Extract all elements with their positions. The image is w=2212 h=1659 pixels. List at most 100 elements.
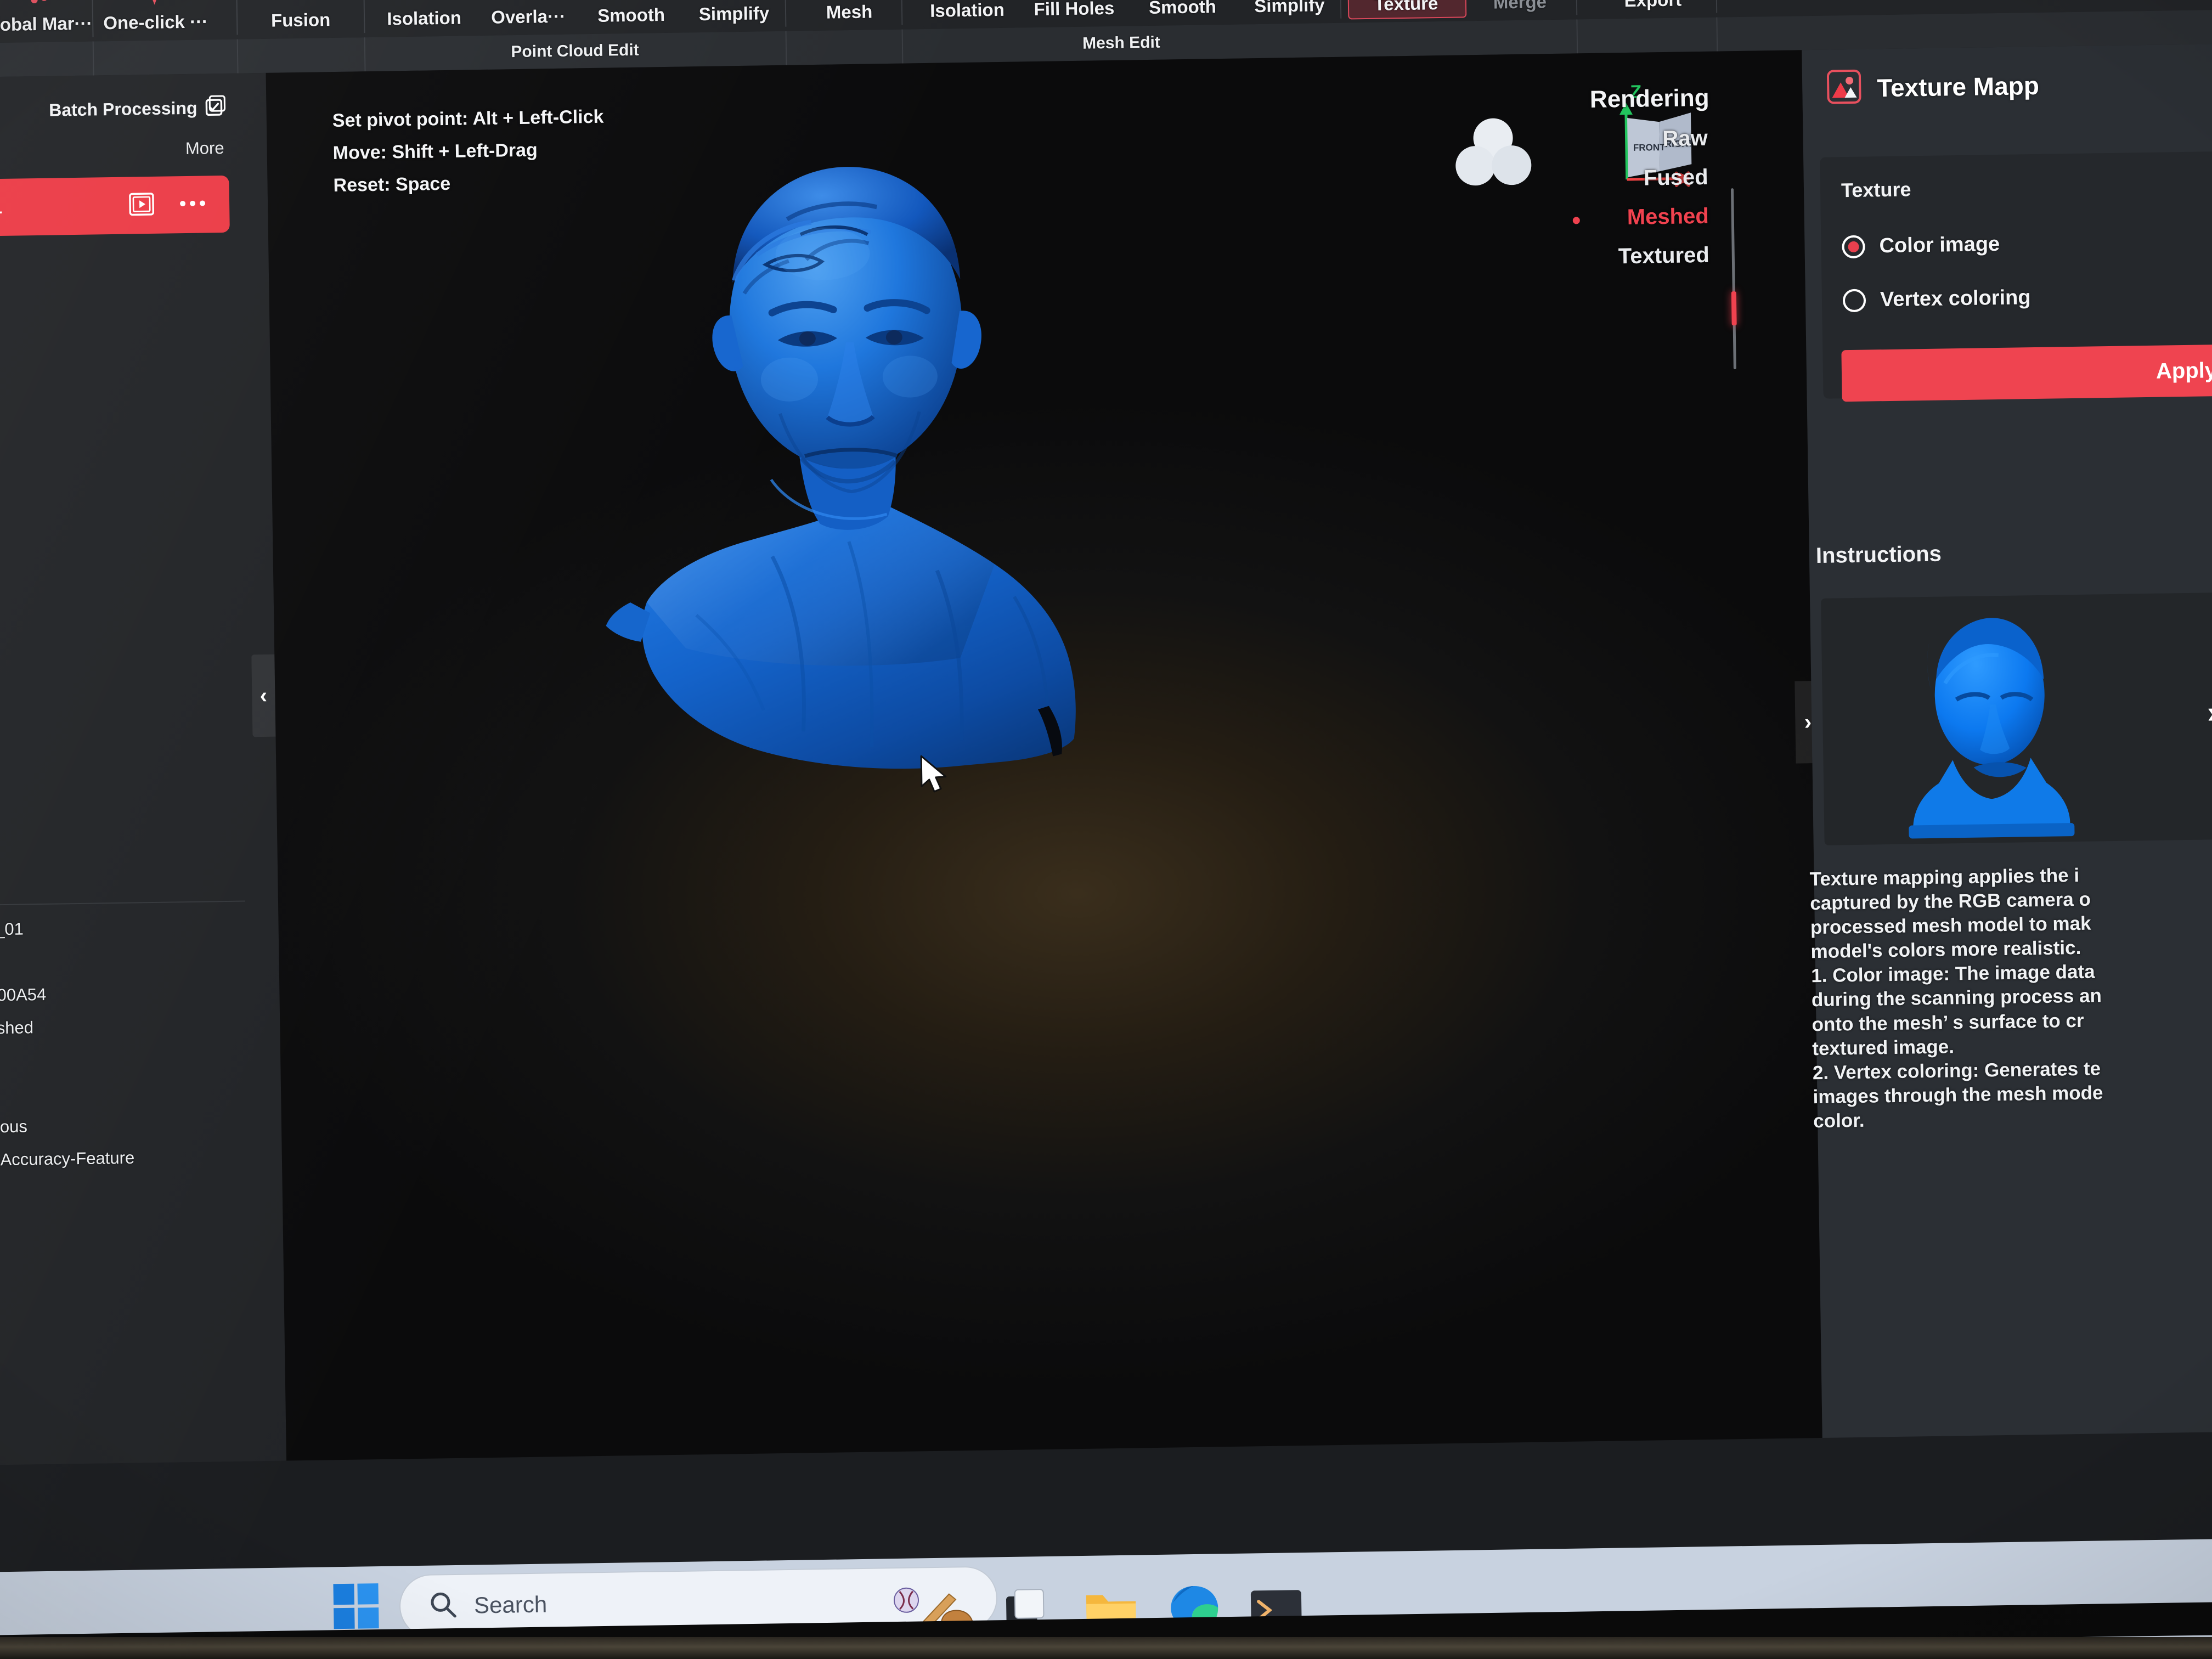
ribbon-item-export[interactable]: Export: [1598, 0, 1708, 19]
ribbon-item-isolation[interactable]: Isolation: [915, 0, 1020, 29]
texture-mapping-header: Texture Mapp: [1826, 66, 2040, 108]
overlap-icon: [514, 0, 542, 4]
ribbon-item-fusion[interactable]: Fusion: [248, 0, 353, 39]
checkbox-duplicate-icon: [205, 94, 227, 121]
monitor-bezel: [0, 1637, 2212, 1659]
ribbon-item-label: Simplify: [1254, 0, 1325, 16]
simplify-icon: [720, 0, 748, 2]
rendering-selected-dot: [1573, 217, 1581, 224]
model-info-row: Continuous: [0, 1116, 28, 1137]
double-chevron-right-icon[interactable]: »: [2207, 695, 2212, 729]
ribbon-item-mesh[interactable]: Mesh: [797, 0, 902, 31]
monitor-screen: Global Mar··· One-click ··· Fusion Isolatio…: [0, 0, 2212, 1659]
model-info-row: 3967: [0, 1081, 248, 1105]
ribbon-item-label: Isolation: [929, 0, 1005, 21]
ribbon-item-label: Fill Holes: [1034, 0, 1115, 20]
rendering-option-label: Fused: [1643, 165, 1708, 190]
model-info-block: e: 1001_01 OP 2 91206F00A54 ate: Meshed 362 3…: [0, 862, 278, 1170]
chevron-left-icon: ‹: [259, 683, 268, 708]
rendering-slider-track[interactable]: [1730, 188, 1736, 370]
isolation-icon: [410, 0, 438, 6]
model-info-row: OP 2: [0, 949, 246, 973]
rendering-option-meshed[interactable]: Meshed: [1573, 204, 1711, 230]
ribbon-item-smooth[interactable]: Smooth: [1128, 0, 1237, 26]
ribbon-item-label: Export: [1624, 0, 1681, 11]
divider: [0, 900, 245, 906]
instructions-label: Instructions: [1815, 541, 1942, 568]
model-info-row: 91206F00A54: [0, 984, 47, 1006]
ribbon-item-texture[interactable]: Texture: [1351, 0, 1462, 22]
radio-vertex-coloring[interactable]: Vertex coloring: [1842, 286, 2031, 312]
instructions-preview: »: [1821, 592, 2212, 845]
one-click-icon: [143, 0, 168, 10]
rendering-slider-knob[interactable]: [1731, 291, 1737, 326]
ribbon-item-isolation[interactable]: Isolation: [371, 0, 477, 37]
project-card[interactable]: 001_01: [0, 175, 230, 238]
apply-button-label: Apply: [2155, 358, 2212, 383]
radio-vertex-coloring-label: Vertex coloring: [1880, 286, 2031, 312]
ribbon-separator: [363, 0, 365, 33]
texture-mapping-panel: Texture Mapp Texture Color image Vertex …: [1802, 43, 2212, 1438]
bust-thumbnail: [1909, 618, 2075, 839]
ribbon-item-smooth[interactable]: Smooth: [580, 0, 682, 34]
more-button[interactable]: More: [185, 138, 224, 159]
ribbon-item-simplify[interactable]: Simplify: [1235, 0, 1344, 25]
rendering-option-list: Raw Fused Meshed Textured: [1573, 126, 1712, 269]
ribbon-item-global-mar[interactable]: Global Mar···: [0, 0, 96, 43]
ribbon-item-overla[interactable]: Overla···: [476, 0, 581, 36]
ribbon-item-merge[interactable]: Merge: [1466, 0, 1574, 21]
rendering-option-textured[interactable]: Textured: [1592, 243, 1712, 269]
radio-color-image[interactable]: Color image: [1842, 233, 2000, 258]
ribbon-separator: [236, 0, 238, 35]
ellipsis-icon[interactable]: [179, 198, 206, 211]
ribbon-item-label: Fusion: [270, 9, 331, 31]
left-sidebar-header: el Batch Processing: [0, 94, 267, 131]
ribbon-item-label: Simplify: [698, 3, 770, 25]
ribbon-item-label: Global Mar···: [0, 13, 93, 35]
radio-color-image-label: Color image: [1879, 232, 2000, 258]
texture-options-card: Texture Color image Vertex coloring Appl…: [1820, 151, 2212, 402]
texture-section-label: Texture: [1841, 178, 1911, 202]
model-info-row: e: 1001_01: [0, 919, 24, 940]
rendering-title: Rendering: [1589, 84, 1709, 114]
rendering-options: Rendering Raw Fused Meshed Textured: [1573, 84, 1712, 284]
radio-vertex-coloring-indicator: [1842, 289, 1866, 312]
ribbon-item-label: Mesh: [826, 1, 873, 22]
project-card-name: 001_01: [0, 196, 3, 219]
collapse-left-panel-button[interactable]: ‹: [251, 654, 276, 737]
ribbon-item-label: Smooth: [597, 4, 665, 26]
chevron-right-icon: ›: [1804, 710, 1812, 735]
rendering-option-label: Meshed: [1627, 204, 1709, 230]
rendering-option-label: Raw: [1662, 126, 1708, 151]
model-info-row: 362: [0, 1048, 247, 1072]
search-placeholder: Search: [473, 1591, 548, 1618]
apply-button[interactable]: Apply: [1841, 344, 2212, 402]
model-info-rows: e: 1001_01 OP 2 91206F00A54 ate: Meshed 362 3…: [0, 916, 249, 1184]
rendering-option-raw[interactable]: Raw: [1590, 126, 1710, 153]
smooth-icon: [617, 0, 645, 3]
ribbon-group-label: Point Cloud Edit: [511, 41, 639, 61]
ribbon-item-label: Smooth: [1148, 0, 1217, 18]
ribbon-item-label: Isolation: [387, 7, 462, 29]
scanned-bust-model[interactable]: [459, 111, 1239, 945]
radio-color-image-indicator: [1842, 235, 1865, 258]
global-marker-icon: [22, 0, 51, 12]
rendering-option-label: Textured: [1618, 242, 1710, 269]
ribbon-item-simplify[interactable]: Simplify: [681, 0, 787, 33]
ribbon-item-fill-holes[interactable]: Fill Holes: [1019, 0, 1130, 27]
model-info-row: High Accuracy-Feature: [0, 1148, 135, 1170]
instructions-body: Texture mapping applies the i captured by…: [1809, 861, 2212, 1133]
three-spheres-icon[interactable]: [1452, 115, 1535, 190]
ribbon-item-label: Texture: [1374, 0, 1438, 14]
windows-logo-icon[interactable]: [332, 1582, 380, 1633]
screen-photo: Global Mar··· One-click ··· Fusion Isolatio…: [0, 0, 2212, 1659]
film-strip-icon[interactable]: [128, 191, 155, 219]
ribbon-item-one-click[interactable]: One-click ···: [96, 0, 215, 41]
ribbon-item-label: Overla···: [490, 5, 566, 27]
batch-processing-toggle[interactable]: Batch Processing: [49, 94, 227, 123]
3d-viewport[interactable]: Set pivot point: Alt + Left-Click Move: …: [251, 50, 1822, 1461]
model-info-row: ate: Meshed: [0, 1018, 34, 1039]
rendering-option-fused[interactable]: Fused: [1591, 165, 1711, 191]
ribbon-separator: [1575, 0, 1578, 15]
fusion-icon: [285, 0, 316, 8]
